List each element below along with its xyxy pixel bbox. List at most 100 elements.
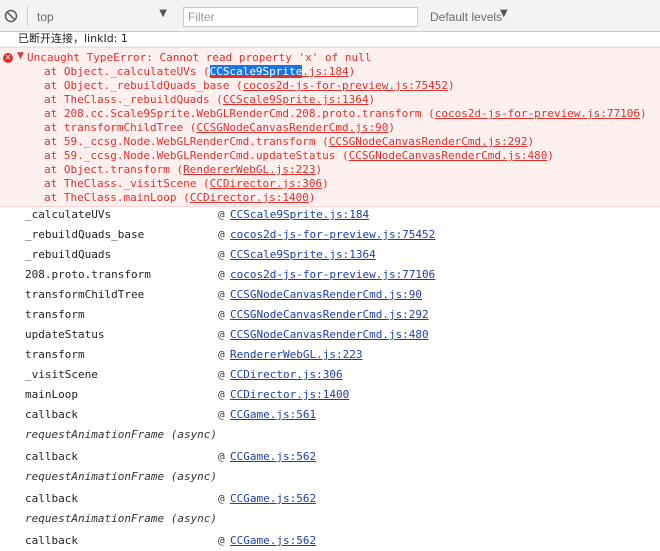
stack-trace-line: at 59._ccsg.Node.WebGLRenderCmd.transfor… [44, 135, 534, 149]
source-link[interactable]: RendererWebGL.js:223 [230, 345, 362, 365]
stack-trace-line: at Object._calculateUVs (CCScale9Sprite.… [44, 65, 355, 79]
selected-text-highlight: CCScale9Sprite [209, 65, 303, 78]
at-symbol: @ [218, 268, 225, 281]
stack-trace-line: at TheClass._rebuildQuads (CCScale9Sprit… [44, 93, 375, 107]
stack-trace-frame: at Object.transform ( [44, 163, 184, 176]
source-link[interactable]: RendererWebGL.js:223 [183, 163, 315, 176]
at-symbol: @ [218, 248, 225, 261]
at-symbol: @ [218, 228, 225, 241]
source-link[interactable]: CCDirector.js:1400 [230, 385, 349, 405]
stack-trace-close: ) [322, 177, 329, 190]
stack-trace-line: at Object._rebuildQuads_base (cocos2d-js… [44, 79, 455, 93]
function-name: mainLoop [25, 388, 78, 401]
console-toolbar: top ▼ Default levels ▼ [0, 0, 660, 32]
source-link[interactable]: CCScale9Sprite.js:1364 [223, 93, 369, 106]
function-name: transformChildTree [25, 288, 145, 301]
stack-trace-frame: at Object._calculateUVs ( [44, 65, 210, 78]
at-symbol: @ [218, 534, 225, 547]
source-link[interactable]: CCScale9Sprite.js:184 [230, 205, 369, 225]
source-link[interactable]: cocos2d-js-for-preview.js:77106 [435, 107, 640, 120]
stack-trace-close: ) [315, 163, 323, 176]
call-stack-row: _visitScene @ CCDirector.js:306 [0, 365, 660, 385]
async-label: requestAnimationFrame (async) [25, 512, 218, 525]
async-separator: requestAnimationFrame (async) [0, 425, 660, 445]
source-link[interactable]: CCSGNodeCanvasRenderCmd.js:90 [196, 121, 388, 134]
at-symbol: @ [218, 368, 225, 381]
stack-trace-close: ) [308, 191, 316, 204]
console-error-message: ✕ ▼ Uncaught TypeError: Cannot read prop… [0, 47, 660, 207]
log-levels-label: Default levels [430, 10, 503, 24]
stack-trace-frame: at TheClass._visitScene ( [44, 177, 210, 190]
function-name: transform [25, 308, 85, 321]
source-link[interactable]: CCSGNodeCanvasRenderCmd.js:90 [230, 285, 422, 305]
console-log-message: 已断开连接，linkId: 1 [0, 32, 660, 47]
stack-trace-close: ) [547, 149, 554, 162]
at-symbol: @ [218, 348, 225, 361]
source-link[interactable]: CCGame.js:562 [230, 447, 316, 467]
call-stack-row: callback @ CCGame.js:562 [0, 489, 660, 509]
call-stack-row: callback @ CCGame.js:562 [0, 447, 660, 467]
stack-trace-close: ) [368, 93, 376, 106]
function-name: transform [25, 348, 85, 361]
stack-trace-close: ) [640, 107, 647, 120]
function-name: callback [25, 492, 78, 505]
call-stack-row: updateStatus @ CCSGNodeCanvasRenderCmd.js:… [0, 325, 660, 345]
stack-trace-close: ) [388, 121, 396, 134]
call-stack-row: callback @ CCGame.js:562 [0, 531, 660, 551]
function-name: _rebuildQuads_base [25, 228, 145, 241]
source-link[interactable]: CCSGNodeCanvasRenderCmd.js:292 [230, 305, 429, 325]
log-levels-dropdown[interactable]: Default levels ▼ [428, 8, 528, 26]
call-stack-row: _calculateUVs @ CCScale9Sprite.js:184 [0, 205, 660, 225]
call-stack-row: transformChildTree @ CCSGNodeCanvasRenderC… [0, 285, 660, 305]
call-stack-row: _rebuildQuads @ CCScale9Sprite.js:1364 [0, 245, 660, 265]
source-link[interactable]: CCSGNodeCanvasRenderCmd.js:480 [230, 325, 429, 345]
source-link[interactable]: cocos2d-js-for-preview.js:75452 [243, 79, 448, 92]
expand-toggle-icon[interactable]: ▼ [17, 51, 24, 61]
error-header-text: Uncaught TypeError: Cannot read property… [27, 51, 372, 64]
chevron-down-icon: ▼ [159, 8, 167, 19]
at-symbol: @ [218, 208, 225, 221]
source-link[interactable]: CCGame.js:562 [230, 531, 316, 551]
source-link[interactable]: CCDirector.js:306 [230, 365, 343, 385]
call-stack-row: _rebuildQuads_base @ cocos2d-js-for-previe… [0, 225, 660, 245]
call-stack-row: mainLoop @ CCDirector.js:1400 [0, 385, 660, 405]
function-name: callback [25, 534, 78, 547]
at-symbol: @ [218, 450, 225, 463]
context-selector[interactable]: top ▼ [33, 8, 173, 26]
call-stack-row: transform @ CCSGNodeCanvasRenderCmd.js:292 [0, 305, 660, 325]
filter-input[interactable] [183, 7, 418, 27]
at-symbol: @ [218, 288, 225, 301]
source-link[interactable]: CCDirector.js:306 [210, 177, 323, 190]
at-symbol: @ [218, 388, 225, 401]
call-stack-row: 208.proto.transform @ cocos2d-js-for-previ… [0, 265, 660, 285]
stack-trace-frame: at 59._ccsg.Node.WebGLRenderCmd.transfor… [44, 135, 329, 148]
stack-trace-line: at 208.cc.Scale9Sprite.WebGLRenderCmd.20… [44, 107, 647, 121]
toolbar-divider [27, 6, 28, 26]
source-link[interactable]: CCScale9Sprite.js:184 [209, 65, 349, 78]
call-stack-row: transform @ RendererWebGL.js:223 [0, 345, 660, 365]
stack-trace-frame: at TheClass._rebuildQuads ( [44, 93, 223, 106]
error-icon: ✕ [3, 53, 13, 63]
async-label: requestAnimationFrame (async) [25, 428, 218, 441]
stack-trace-line: at Object.transform (RendererWebGL.js:22… [44, 163, 322, 177]
context-selector-label: top [37, 10, 54, 24]
function-name: callback [25, 408, 78, 421]
source-link[interactable]: CCScale9Sprite.js:1364 [230, 245, 376, 265]
stack-trace-line: at 59._ccsg.Node.WebGLRenderCmd.updateSt… [44, 149, 554, 163]
async-separator: requestAnimationFrame (async) [0, 509, 660, 529]
call-stack-row: callback @ CCGame.js:561 [0, 405, 660, 425]
chevron-down-icon: ▼ [500, 8, 508, 19]
at-symbol: @ [218, 408, 225, 421]
source-link[interactable]: cocos2d-js-for-preview.js:77106 [230, 265, 435, 285]
stack-trace-frame: at TheClass.mainLoop ( [44, 191, 190, 204]
stack-trace-frame: at 59._ccsg.Node.WebGLRenderCmd.updateSt… [44, 149, 349, 162]
source-link[interactable]: CCSGNodeCanvasRenderCmd.js:292 [329, 135, 528, 148]
source-link[interactable]: CCDirector.js:1400 [190, 191, 309, 204]
clear-console-icon[interactable] [4, 9, 18, 23]
source-link[interactable]: CCGame.js:562 [230, 489, 316, 509]
source-link[interactable]: CCSGNodeCanvasRenderCmd.js:480 [349, 149, 548, 162]
source-link[interactable]: CCGame.js:561 [230, 405, 316, 425]
stack-trace-line: at TheClass._visitScene (CCDirector.js:3… [44, 177, 329, 191]
stack-trace-close: ) [448, 79, 455, 92]
source-link[interactable]: cocos2d-js-for-preview.js:75452 [230, 225, 435, 245]
